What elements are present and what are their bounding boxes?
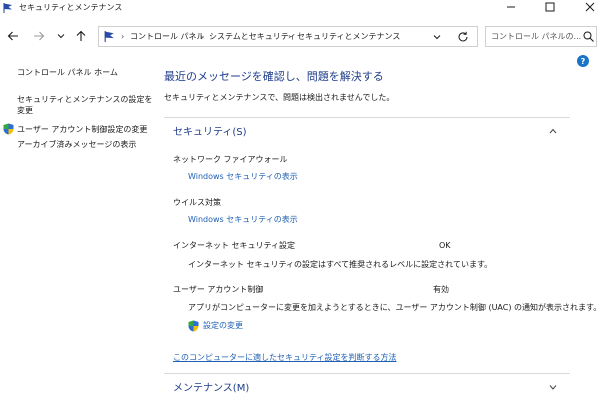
title-bar: セキュリティとメンテナンス xyxy=(0,0,600,18)
antivirus-label: ウイルス対策 xyxy=(173,198,221,207)
chevron-down-icon xyxy=(433,35,441,40)
chevron-down-icon xyxy=(57,34,65,39)
help-icon[interactable]: ? xyxy=(577,55,589,67)
minimize-button[interactable] xyxy=(491,0,531,14)
firewall-label: ネットワーク ファイアウォール xyxy=(173,155,288,164)
breadcrumb-separator-icon: › xyxy=(200,32,204,41)
refresh-button[interactable] xyxy=(456,30,470,44)
maintenance-section-header[interactable]: メンテナンス(M) xyxy=(173,382,249,395)
sidebar-item-change-settings-cont[interactable]: 変更 xyxy=(17,105,33,116)
internet-security-description: インターネット セキュリティの設定はすべて推奨されるレベルに設定されています。 xyxy=(188,260,493,269)
uac-description: アプリがコンピューターに変更を加えようとするときに、ユーザー アカウント制御 (… xyxy=(188,303,600,312)
page-title: 最近のメッセージを確認し、問題を解決する xyxy=(164,70,384,83)
search-box[interactable] xyxy=(485,26,597,47)
arrow-up-icon xyxy=(76,30,86,41)
arrow-left-icon xyxy=(7,31,18,41)
internet-security-label: インターネット セキュリティ設定 xyxy=(173,241,296,250)
security-settings-help-link[interactable]: このコンピューターに適したセキュリティ設定を判断する方法 xyxy=(173,352,397,363)
left-task-pane: コントロール パネル ホーム セキュリティとメンテナンスの設定を 変更 ユーザー… xyxy=(0,54,160,397)
back-button[interactable] xyxy=(5,28,21,44)
up-button[interactable] xyxy=(73,28,89,44)
window-title: セキュリティとメンテナンス xyxy=(19,3,123,12)
firewall-view-link[interactable]: Windows セキュリティの表示 xyxy=(188,171,298,182)
breadcrumb-system-security[interactable]: システムとセキュリティ xyxy=(209,31,296,43)
uac-label: ユーザー アカウント制御 xyxy=(173,285,264,294)
breadcrumb-separator-icon: › xyxy=(121,32,125,41)
close-icon xyxy=(585,2,595,12)
security-collapse-button[interactable] xyxy=(547,126,559,136)
maximize-button[interactable] xyxy=(530,0,570,14)
security-section-header[interactable]: セキュリティ(S) xyxy=(173,126,247,139)
breadcrumb-separator-icon: › xyxy=(288,32,292,41)
security-flag-icon xyxy=(3,3,12,13)
address-dropdown-button[interactable] xyxy=(431,31,443,43)
sidebar-item-uac-settings[interactable]: ユーザー アカウント制御設定の変更 xyxy=(17,124,147,135)
breadcrumb-security-maintenance[interactable]: セキュリティとメンテナンス xyxy=(297,31,400,43)
minimize-icon xyxy=(507,6,515,8)
sidebar-item-change-settings[interactable]: セキュリティとメンテナンスの設定を xyxy=(17,94,152,105)
uac-shield-icon xyxy=(188,320,199,332)
maintenance-expand-button[interactable] xyxy=(547,382,559,392)
internet-security-status: OK xyxy=(439,241,451,250)
recent-locations-button[interactable] xyxy=(53,28,69,44)
page-subtitle: セキュリティとメンテナンスで、問題は検出されませんでした。 xyxy=(164,93,395,102)
navigation-bar: › コントロール パネル › システムとセキュリティ › セキュリティとメンテナ… xyxy=(0,18,600,54)
security-flag-icon xyxy=(104,31,114,42)
section-divider xyxy=(164,373,570,374)
refresh-icon xyxy=(458,31,468,42)
uac-status: 有効 xyxy=(433,285,449,294)
search-input[interactable] xyxy=(486,27,582,46)
sidebar-item-control-panel-home[interactable]: コントロール パネル ホーム xyxy=(17,67,118,78)
search-icon xyxy=(583,31,594,42)
address-bar[interactable]: › コントロール パネル › システムとセキュリティ › セキュリティとメンテナ… xyxy=(98,26,478,47)
close-button[interactable] xyxy=(570,0,600,14)
chevron-up-icon xyxy=(549,128,557,134)
uac-change-settings-link[interactable]: 設定の変更 xyxy=(203,320,243,331)
maximize-icon xyxy=(545,2,555,12)
arrow-right-icon xyxy=(34,31,45,41)
chevron-down-icon xyxy=(549,385,557,390)
breadcrumb-control-panel[interactable]: コントロール パネル xyxy=(130,31,205,43)
antivirus-view-link[interactable]: Windows セキュリティの表示 xyxy=(188,214,298,225)
uac-shield-icon xyxy=(3,123,14,135)
forward-button[interactable] xyxy=(31,28,47,44)
sidebar-item-archived-messages[interactable]: アーカイブ済みメッセージの表示 xyxy=(17,139,136,150)
section-divider xyxy=(164,117,570,118)
